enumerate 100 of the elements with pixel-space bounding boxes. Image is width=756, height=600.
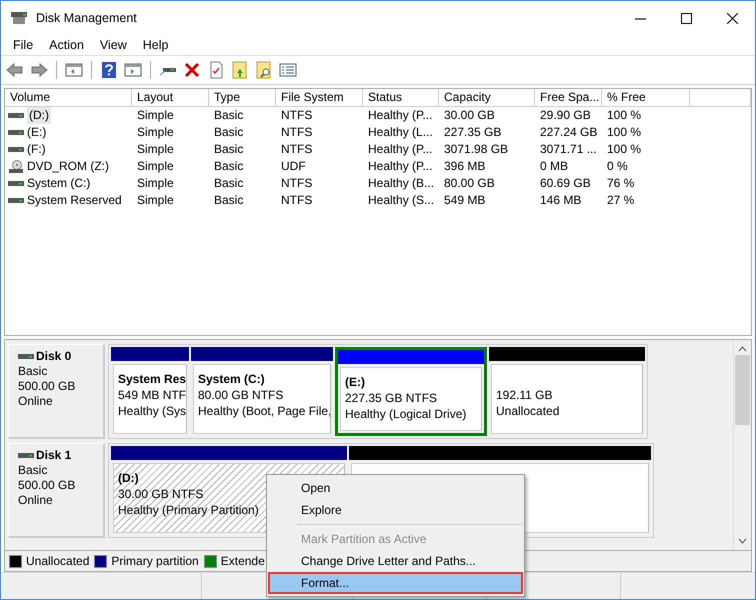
help-icon[interactable] xyxy=(100,61,118,79)
table-cell-text: Basic xyxy=(213,192,244,209)
table-cell-text: Simple xyxy=(136,192,175,209)
table-cell-text: Healthy (P... xyxy=(367,107,434,124)
volume-name[interactable]: (D:) xyxy=(27,107,51,124)
partition-body[interactable]: (E:) 227.35 GB NTFS Healthy (Logical Drive) xyxy=(340,367,482,431)
column-header[interactable]: Layout xyxy=(132,89,209,107)
context-menu-item[interactable]: Change Drive Letter and Paths... xyxy=(268,550,523,572)
partition-detail: Healthy (Sys xyxy=(118,403,186,419)
partition-detail: Healthy (Primary Partition) xyxy=(118,502,259,518)
scroll-up-icon[interactable] xyxy=(738,346,747,352)
table-cell-text: Basic xyxy=(213,175,244,192)
column-header[interactable]: Capacity xyxy=(439,89,535,107)
table-cell-text: 100 % xyxy=(606,107,642,124)
disk-label-panel[interactable]: Disk 1 Basic 500.00 GB Online xyxy=(8,443,105,538)
forward-arrow-icon[interactable] xyxy=(30,61,48,79)
legend-label: Unallocated xyxy=(26,554,90,568)
column-header[interactable]: % Free xyxy=(602,89,690,107)
partition-detail: 549 MB NTF xyxy=(118,387,186,403)
table-cell-text: 80.00 GB xyxy=(443,175,496,192)
vertical-scrollbar[interactable] xyxy=(733,340,751,550)
list-icon[interactable] xyxy=(279,61,297,79)
optical-drive-icon xyxy=(8,160,24,174)
partition-detail: 192.11 GB xyxy=(496,387,552,403)
table-cell-text: 3071.71 ... xyxy=(539,141,598,158)
table-cell-text: 76 % xyxy=(606,175,636,192)
delete-icon[interactable] xyxy=(183,61,201,79)
table-cell-text: Simple xyxy=(136,107,175,124)
partition-detail: Healthy (Logical Drive) xyxy=(345,406,466,422)
table-cell-text: 3071.98 GB xyxy=(443,141,510,158)
table-cell-text: Basic xyxy=(213,107,244,124)
disk-size: 500.00 GB xyxy=(18,478,76,493)
maximize-icon[interactable] xyxy=(680,12,692,24)
table-cell-text: Healthy (P... xyxy=(367,141,434,158)
volume-name[interactable]: DVD_ROM (Z:) xyxy=(27,158,109,175)
legend-label: Extende xyxy=(220,554,265,568)
partition-title: (E:) xyxy=(345,374,365,390)
volume-name[interactable]: (F:) xyxy=(27,141,46,158)
disk-type: Basic xyxy=(18,463,48,478)
table-cell-text: Basic xyxy=(213,141,244,158)
disk-label-panel[interactable]: Disk 0 Basic 500.00 GB Online xyxy=(8,344,105,439)
table-cell-text: NTFS xyxy=(280,175,314,192)
table-cell-text: Simple xyxy=(136,141,175,158)
column-header[interactable]: Volume xyxy=(5,89,132,107)
table-cell-text: NTFS xyxy=(280,192,314,209)
menu-item[interactable]: View xyxy=(92,38,135,52)
partition-body[interactable]: System Res 549 MB NTF Healthy (Sys xyxy=(113,364,187,434)
table-cell-text: 227.35 GB xyxy=(443,124,502,141)
table-cell-text: 549 MB xyxy=(443,192,486,209)
table-cell-text: Healthy (L... xyxy=(367,124,434,141)
app-icon xyxy=(10,11,28,25)
drive-icon xyxy=(18,452,34,460)
partition-detail: Healthy (Boot, Page File, xyxy=(198,403,330,419)
partition-detail: 30.00 GB NTFS xyxy=(118,486,204,502)
table-cell-text: 30.00 GB xyxy=(443,107,496,124)
menu-item[interactable]: Help xyxy=(134,38,176,52)
panel-icon[interactable] xyxy=(124,61,142,79)
search-folder-icon[interactable] xyxy=(255,61,273,79)
volume-name[interactable]: System Reserved xyxy=(27,192,122,209)
panel-icon[interactable] xyxy=(65,61,83,79)
close-icon[interactable] xyxy=(726,12,738,24)
table-cell-text: 100 % xyxy=(606,141,642,158)
volume-name[interactable]: (E:) xyxy=(27,124,46,141)
context-menu-item[interactable]: Format... xyxy=(268,572,523,594)
drive-icon xyxy=(8,146,24,154)
drive-icon xyxy=(8,196,24,204)
volume-name[interactable]: System (C:) xyxy=(27,175,90,192)
disk-name: Disk 0 xyxy=(36,349,72,364)
partition-body[interactable]: System (C:) 80.00 GB NTFS Healthy (Boot, Page File, xyxy=(193,364,331,434)
table-cell-text: Basic xyxy=(213,158,244,175)
column-header[interactable]: Type xyxy=(209,89,276,107)
column-header[interactable]: Free Spa... xyxy=(535,89,602,107)
partition-detail: 80.00 GB NTFS xyxy=(198,387,284,403)
folder-up-icon[interactable] xyxy=(231,61,249,79)
partition-body[interactable]: 192.11 GB Unallocated xyxy=(491,364,643,434)
column-header[interactable]: Status xyxy=(363,89,439,107)
table-cell-text: 27 % xyxy=(606,192,636,209)
table-cell-text: Healthy (P... xyxy=(367,158,434,175)
table-cell-text: NTFS xyxy=(280,107,314,124)
table-cell-text: 227.24 GB xyxy=(539,124,598,141)
drive-icon xyxy=(8,128,24,136)
legend-label: Primary partition xyxy=(111,554,199,568)
column-header[interactable]: File System xyxy=(276,89,363,107)
menu-item[interactable]: File xyxy=(5,38,42,52)
drive-icon xyxy=(8,180,24,188)
partition-title: System (C:) xyxy=(198,371,265,387)
table-cell-text: Simple xyxy=(136,124,175,141)
table-cell-text: 100 % xyxy=(606,124,642,141)
window-title: Disk Management xyxy=(36,11,138,25)
table-cell-text: Simple xyxy=(136,175,175,192)
table-cell-text: NTFS xyxy=(280,141,314,158)
scroll-down-icon[interactable] xyxy=(738,538,747,544)
partition-detail: 227.35 GB NTFS xyxy=(345,390,438,406)
table-cell-text: UDF xyxy=(280,158,307,175)
table-cell-text: 0 % xyxy=(606,158,629,175)
drive-icon xyxy=(18,352,34,360)
disk-type: Basic xyxy=(18,364,48,379)
back-arrow-icon[interactable] xyxy=(6,61,24,79)
table-cell-text: 60.69 GB xyxy=(539,175,592,192)
menu-item[interactable]: Action xyxy=(41,38,92,52)
